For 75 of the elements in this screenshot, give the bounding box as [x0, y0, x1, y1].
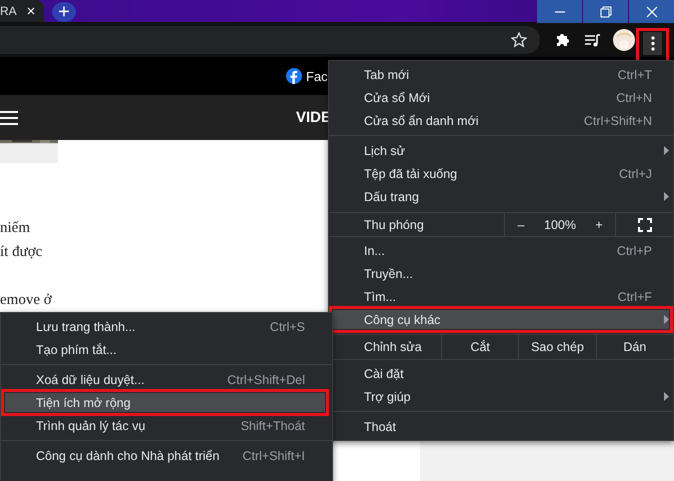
- shortcut-text: Ctrl+P: [616, 244, 652, 258]
- zoom-level: 100%: [543, 218, 577, 232]
- menu-item-label: Truyền...: [364, 266, 414, 280]
- shortcut-text: Shift+Thoát: [240, 418, 305, 432]
- menu-item-label: Thu phóng: [363, 216, 425, 234]
- shortcut-text: Ctrl+Shift+I: [242, 448, 305, 462]
- menu-item[interactable]: Tab mới Ctrl+T: [329, 65, 673, 84]
- facebook-icon: [286, 68, 302, 84]
- menu-item[interactable]: Tìm... Ctrl+F: [329, 287, 673, 306]
- menu-item-label: Lịch sử: [364, 144, 406, 158]
- menu-item-label: Cửa sổ Mới: [364, 90, 431, 104]
- restore-button[interactable]: [583, 0, 628, 23]
- menu-item-label: In...: [364, 244, 386, 258]
- more-vertical-icon: [650, 36, 654, 51]
- menu-item[interactable]: Dấu trang: [329, 187, 673, 206]
- close-icon: [646, 6, 658, 18]
- paragraph-text: emove ở: [0, 291, 52, 310]
- menu-item-label: Lưu trang thành...: [36, 320, 136, 334]
- menu-item[interactable]: Xoá dữ liệu duyệt... Ctrl+Shift+Del: [1, 370, 332, 389]
- menu-item-label: Công cụ khác: [364, 312, 442, 326]
- menu-item[interactable]: Tệp đã tải xuống Ctrl+J: [329, 164, 673, 183]
- menu-item[interactable]: Tạo phím tắt...: [1, 340, 332, 359]
- menu-item[interactable]: Truyền...: [329, 264, 673, 283]
- menu-item[interactable]: Lưu trang thành... Ctrl+S: [1, 317, 332, 336]
- zoom-out-button[interactable]: –: [505, 218, 537, 232]
- menu-item[interactable]: Thoát: [329, 417, 673, 436]
- avatar-icon: [612, 28, 634, 50]
- close-button[interactable]: [629, 0, 674, 23]
- shortcut-text: Ctrl+N: [616, 90, 652, 104]
- restore-icon: [600, 6, 612, 18]
- paragraph-text: ít được: [0, 243, 42, 262]
- menu-item-label: Tệp đã tải xuống: [364, 166, 458, 180]
- shortcut-text: Ctrl+Shift+Del: [227, 372, 305, 386]
- menu-item-label: Công cụ dành cho Nhà phát triển: [36, 448, 220, 462]
- menu-item[interactable]: Lịch sử: [329, 141, 673, 160]
- fullscreen-icon: [638, 218, 652, 232]
- menu-item-label: Cửa sổ ẩn danh mới: [364, 114, 480, 128]
- menu-item[interactable]: Công cụ khác: [329, 306, 673, 333]
- menu-item[interactable]: In... Ctrl+P: [329, 241, 673, 260]
- menu-item[interactable]: Công cụ dành cho Nhà phát triển Ctrl+Shift+I: [1, 446, 332, 465]
- menu-item-label: Thoát: [364, 420, 397, 434]
- menu-item-label: Tab mới: [364, 68, 410, 82]
- menu-item-label: Chỉnh sửa: [363, 339, 423, 356]
- menu-item-label: Tiện ích mở rộng: [36, 396, 132, 410]
- menu-item-label: Trợ giúp: [364, 390, 412, 404]
- tab-title: RA: [0, 4, 17, 18]
- menu-item-label: Trình quản lý tác vụ: [36, 418, 146, 432]
- shortcut-text: Ctrl+J: [619, 166, 652, 180]
- playlist-icon: [584, 32, 601, 46]
- edit-action-button[interactable]: Cắt: [441, 335, 518, 359]
- zoom-in-button[interactable]: +: [583, 218, 615, 232]
- menu-item[interactable]: Cửa sổ ẩn danh mới Ctrl+Shift+N: [329, 111, 673, 130]
- menu-item[interactable]: Cửa sổ Mới Ctrl+N: [329, 88, 673, 107]
- menu-item-label: Xoá dữ liệu duyệt...: [36, 372, 146, 386]
- shortcut-text: Ctrl+F: [618, 290, 652, 304]
- shortcut-text: Ctrl+S: [270, 320, 305, 334]
- paragraph-text: niếm: [0, 219, 30, 238]
- menu-item[interactable]: Tiện ích mở rộng: [1, 389, 329, 416]
- edit-action-button[interactable]: Dán: [596, 335, 673, 359]
- menu-item-label: Dấu trang: [364, 190, 420, 204]
- facebook-link[interactable]: Fac: [306, 68, 328, 84]
- browser-tab[interactable]: RA ×: [0, 0, 44, 22]
- new-tab-button[interactable]: +: [52, 2, 76, 22]
- shortcut-text: Ctrl+T: [618, 68, 652, 82]
- menu-item-label: Tìm...: [364, 290, 397, 304]
- menu-icon: [0, 110, 18, 124]
- menu-item-label: Cài đặt: [364, 366, 405, 380]
- star-icon: [511, 32, 527, 48]
- menu-item[interactable]: Cài đặt: [329, 364, 673, 383]
- menu-item-label: Tạo phím tắt...: [36, 342, 118, 356]
- edit-action-button[interactable]: Sao chép: [518, 335, 596, 359]
- shortcut-text: Ctrl+Shift+N: [584, 114, 652, 128]
- menu-item[interactable]: Trình quản lý tác vụ Shift+Thoát: [1, 416, 332, 435]
- tab-close-button[interactable]: ×: [26, 4, 36, 18]
- menu-item[interactable]: Trợ giúp: [329, 387, 673, 406]
